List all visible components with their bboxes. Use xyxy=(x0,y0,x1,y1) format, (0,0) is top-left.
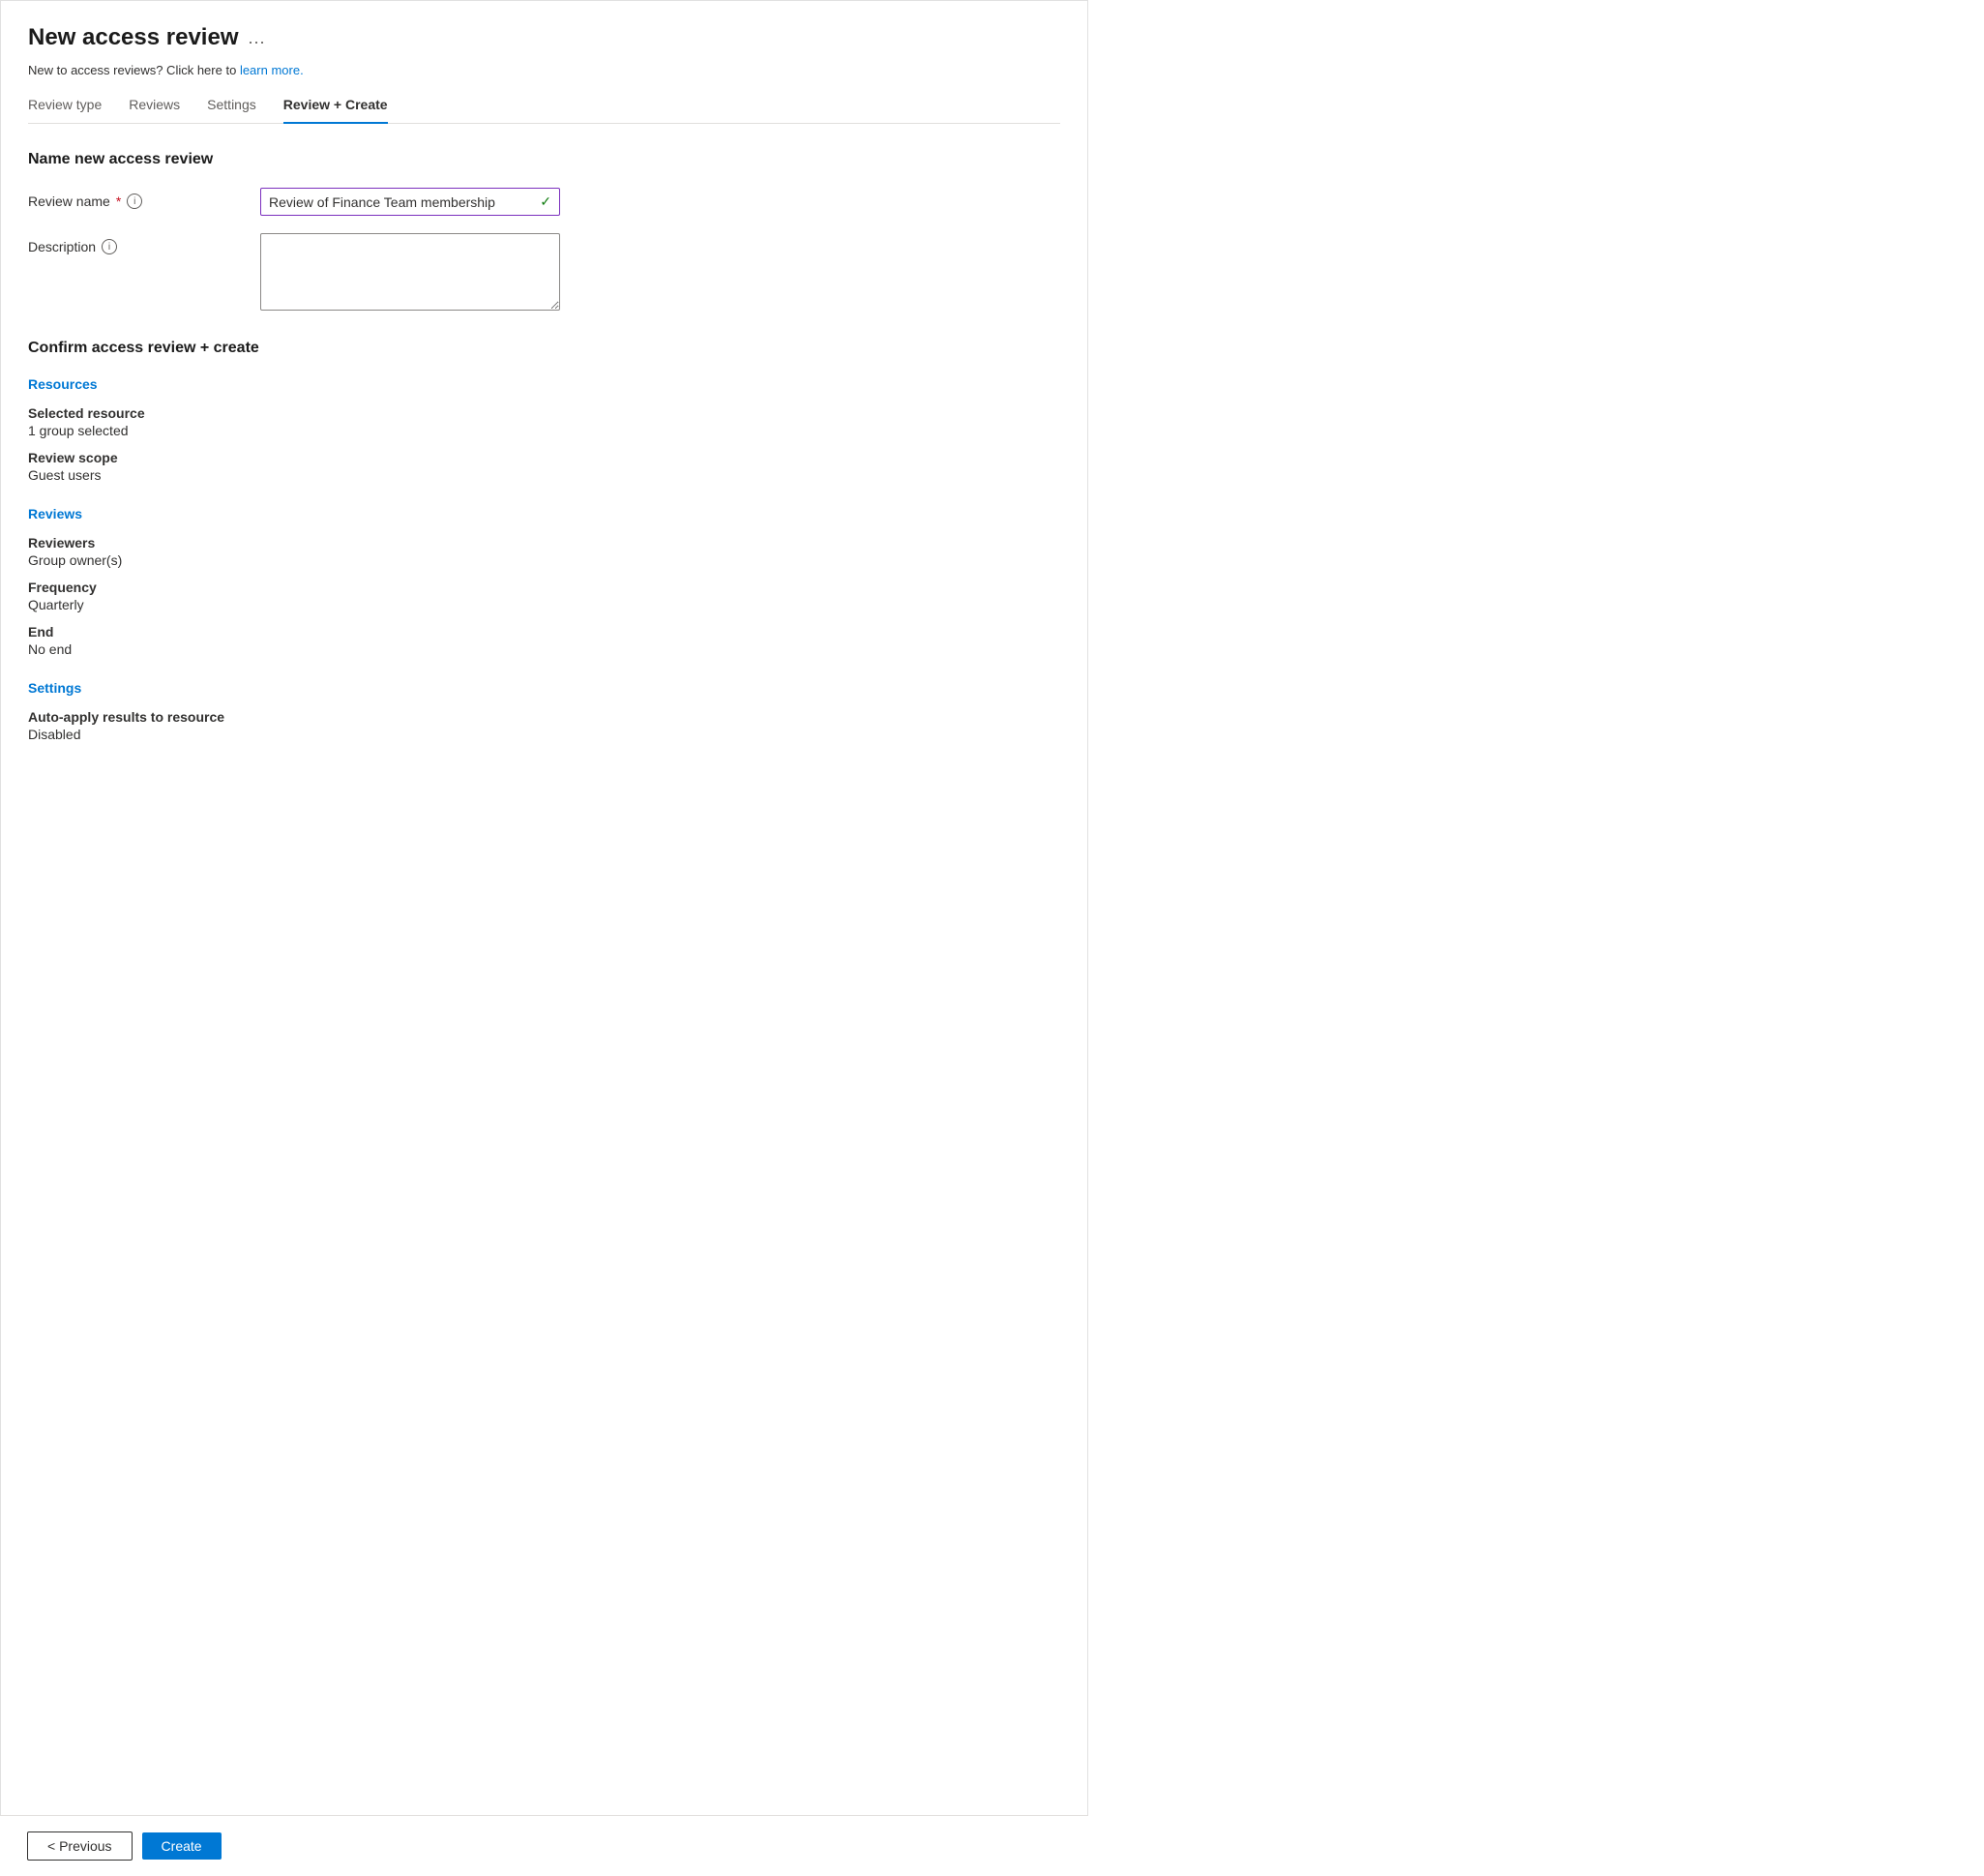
review-scope-value: Guest users xyxy=(28,467,1060,483)
confirm-section: Confirm access review + create Resources… xyxy=(28,340,1060,742)
more-options-icon[interactable]: ... xyxy=(249,28,266,48)
tab-review-create[interactable]: Review + Create xyxy=(283,97,388,124)
form-section-title: Name new access review xyxy=(28,151,1060,168)
auto-apply-label: Auto-apply results to resource xyxy=(28,709,1060,725)
end-label: End xyxy=(28,624,1060,640)
selected-resource-value: 1 group selected xyxy=(28,423,1060,438)
frequency-field: Frequency Quarterly xyxy=(28,580,1060,612)
frequency-value: Quarterly xyxy=(28,597,1060,612)
review-name-value: Review of Finance Team membership xyxy=(269,194,495,210)
review-name-label: Review name * i xyxy=(28,188,260,209)
previous-button[interactable]: < Previous xyxy=(27,1831,133,1861)
frequency-label: Frequency xyxy=(28,580,1060,595)
confirm-title: Confirm access review + create xyxy=(28,340,1060,357)
tab-settings[interactable]: Settings xyxy=(207,97,256,124)
settings-header: Settings xyxy=(28,680,1060,696)
end-value: No end xyxy=(28,641,1060,657)
page-title: New access review xyxy=(28,24,239,51)
review-name-input-container: Review of Finance Team membership ✓ xyxy=(260,188,560,216)
resources-section: Resources Selected resource 1 group sele… xyxy=(28,376,1060,483)
review-name-info-icon[interactable]: i xyxy=(127,194,142,209)
resources-header: Resources xyxy=(28,376,1060,392)
description-textarea[interactable] xyxy=(260,233,560,311)
end-field: End No end xyxy=(28,624,1060,657)
tab-reviews[interactable]: Reviews xyxy=(129,97,180,124)
review-name-group: Review name * i Review of Finance Team m… xyxy=(28,188,1060,216)
description-label: Description i xyxy=(28,233,260,254)
required-star: * xyxy=(116,194,121,209)
settings-section: Settings Auto-apply results to resource … xyxy=(28,680,1060,742)
selected-resource-label: Selected resource xyxy=(28,405,1060,421)
reviews-header: Reviews xyxy=(28,506,1060,521)
tab-review-type[interactable]: Review type xyxy=(28,97,102,124)
footer: < Previous Create xyxy=(0,1815,1088,1876)
help-text: New to access reviews? Click here to lea… xyxy=(28,63,1060,77)
reviews-section: Reviews Reviewers Group owner(s) Frequen… xyxy=(28,506,1060,657)
tabs: Review type Reviews Settings Review + Cr… xyxy=(28,97,1060,124)
description-group: Description i xyxy=(28,233,1060,311)
reviewers-label: Reviewers xyxy=(28,535,1060,551)
selected-resource-field: Selected resource 1 group selected xyxy=(28,405,1060,438)
auto-apply-field: Auto-apply results to resource Disabled xyxy=(28,709,1060,742)
learn-more-link[interactable]: learn more. xyxy=(240,63,304,77)
review-scope-field: Review scope Guest users xyxy=(28,450,1060,483)
auto-apply-value: Disabled xyxy=(28,727,1060,742)
description-info-icon[interactable]: i xyxy=(102,239,117,254)
reviewers-value: Group owner(s) xyxy=(28,552,1060,568)
review-name-check-icon: ✓ xyxy=(540,194,551,210)
create-button[interactable]: Create xyxy=(142,1832,222,1860)
reviewers-field: Reviewers Group owner(s) xyxy=(28,535,1060,568)
review-scope-label: Review scope xyxy=(28,450,1060,465)
